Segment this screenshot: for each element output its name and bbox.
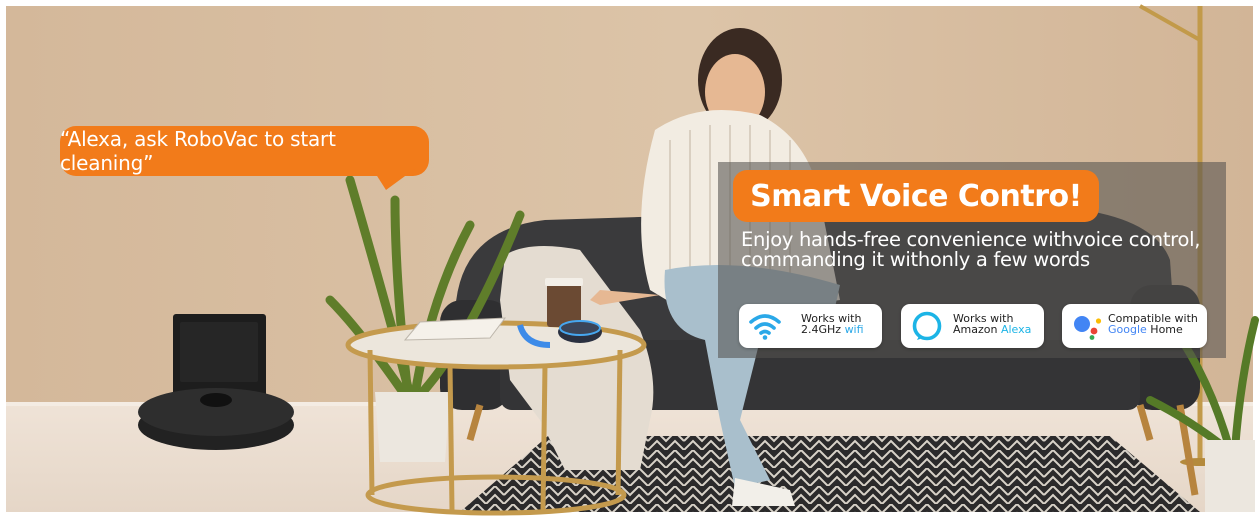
google-assistant-icon (1074, 316, 1102, 340)
badge-alexa-line2: Amazon (953, 323, 1001, 336)
badge-google-line2: Home (1146, 323, 1183, 336)
badge-google: Compatible with Google Home (1062, 304, 1207, 348)
promo-banner: “Alexa, ask RoboVac to start cleaning” S… (0, 0, 1259, 518)
badge-google-accent: Google (1108, 323, 1147, 336)
feature-title-text: Smart Voice Contro! (750, 178, 1082, 214)
alexa-icon (912, 311, 942, 341)
feature-subtitle-line2: commanding it withonly a few words (741, 248, 1090, 271)
badge-wifi-accent: wifi (844, 323, 864, 336)
badge-wifi: Works with 2.4GHz wifi (739, 304, 882, 348)
feature-subtitle: Enjoy hands-free convenience withvoice c… (741, 230, 1221, 270)
feature-title: Smart Voice Contro! (733, 170, 1099, 222)
badge-alexa-accent: Alexa (1000, 323, 1032, 336)
badge-alexa: Works with Amazon Alexa (901, 304, 1044, 348)
feature-subtitle-line1: Enjoy hands-free convenience withvoice c… (741, 228, 1201, 251)
speech-bubble-tail (372, 168, 416, 190)
badge-wifi-line2: 2.4GHz (801, 323, 845, 336)
wifi-icon (749, 314, 781, 340)
